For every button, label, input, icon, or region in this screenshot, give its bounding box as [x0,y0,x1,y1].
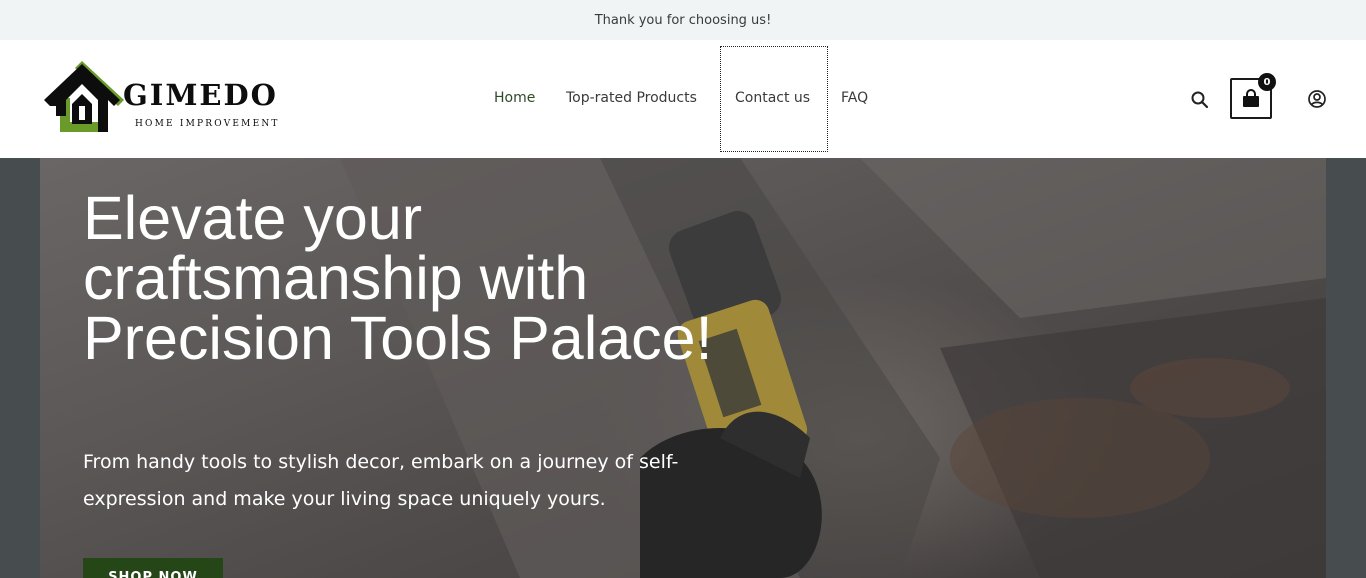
shop-now-button[interactable]: SHOP NOW [83,558,223,578]
hero-title: Elevate your craftsmanship with Precisio… [83,184,713,372]
nav-item-contact-us[interactable]: Contact us [735,90,810,106]
site-header: GIMEDO HOME IMPROVEMENT Home Top-rated P… [0,40,1366,158]
site-logo[interactable]: GIMEDO HOME IMPROVEMENT [42,58,302,138]
hero-banner: Elevate your craftsmanship with Precisio… [40,158,1326,578]
nav-item-faq[interactable]: FAQ [841,90,868,106]
house-logo-icon [44,61,124,132]
hero-subtitle: From handy tools to stylish decor, embar… [83,451,679,510]
announcement-bar: Thank you for choosing us! [0,0,1366,40]
brand-name: GIMEDO [123,78,278,112]
user-circle-icon [1308,90,1326,108]
nav-item-top-rated-products[interactable]: Top-rated Products [566,90,697,106]
account-button[interactable] [1303,85,1331,113]
brand-tagline: HOME IMPROVEMENT [135,119,280,129]
announcement-text: Thank you for choosing us! [594,12,772,28]
search-button[interactable] [1186,86,1214,114]
search-icon [1191,91,1209,109]
shopping-bag-icon [1243,88,1259,107]
nav-item-home[interactable]: Home [494,90,535,106]
cart-count-badge: 0 [1258,73,1276,91]
